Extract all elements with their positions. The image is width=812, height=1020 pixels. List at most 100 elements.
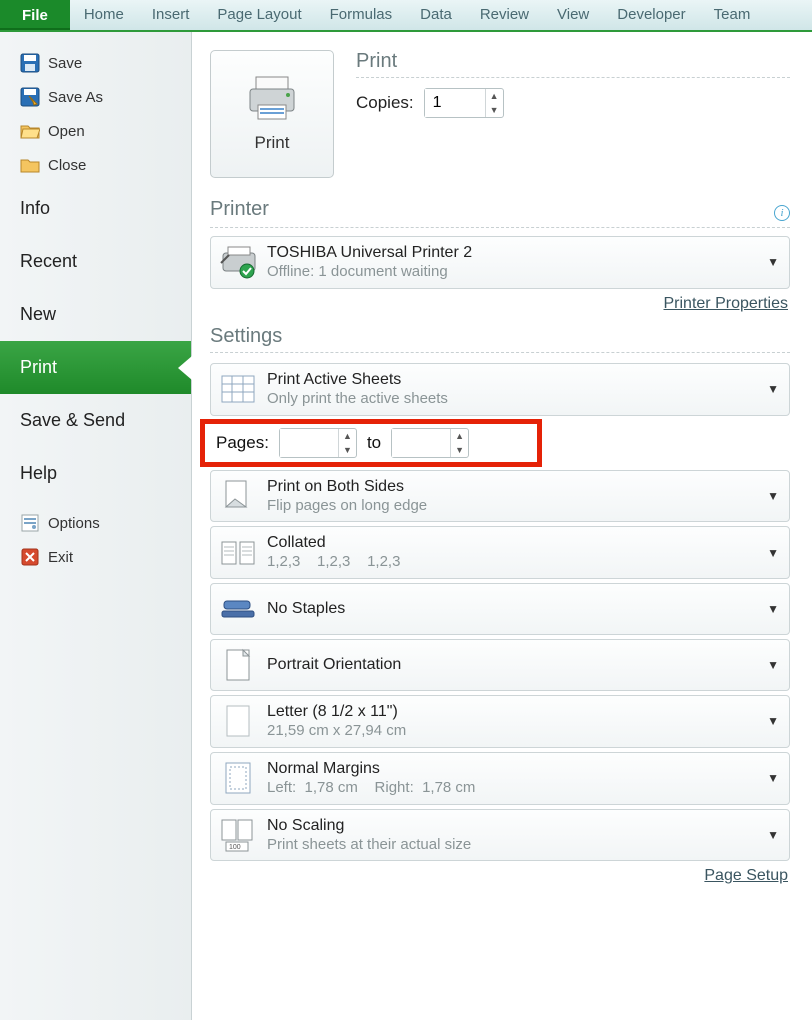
sidebar-close[interactable]: Close — [0, 148, 191, 182]
tab-file[interactable]: File — [0, 0, 70, 30]
spinner-up-icon[interactable]: ▲ — [451, 429, 468, 443]
setting-orientation[interactable]: Portrait Orientation ▼ — [210, 639, 790, 691]
setting-collated[interactable]: Collated 1,2,3 1,2,3 1,2,3 ▼ — [210, 526, 790, 579]
print-heading: Print — [356, 50, 790, 78]
print-backstage: Print Print Copies: ▲ ▼ Printer — [192, 32, 812, 1020]
sidebar-item-label: Save As — [48, 89, 103, 106]
spinner-up-icon[interactable]: ▲ — [486, 89, 503, 103]
printer-selector[interactable]: TOSHIBA Universal Printer 2 Offline: 1 d… — [210, 236, 790, 289]
sidebar-item-label: Exit — [48, 549, 73, 566]
collated-icon — [219, 534, 257, 572]
setting-line2: 21,59 cm x 27,94 cm — [267, 722, 757, 741]
tab-page-layout[interactable]: Page Layout — [203, 0, 315, 30]
chevron-down-icon: ▼ — [767, 602, 779, 616]
scaling-icon: 100 — [219, 816, 257, 854]
setting-scaling[interactable]: 100 No Scaling Print sheets at their act… — [210, 809, 790, 862]
setting-margins[interactable]: Normal Margins Left: 1,78 cm Right: 1,78… — [210, 752, 790, 805]
setting-line2: Print sheets at their actual size — [267, 836, 757, 855]
stapler-icon — [219, 590, 257, 628]
tab-formulas[interactable]: Formulas — [316, 0, 407, 30]
setting-line1: Print on Both Sides — [267, 477, 757, 497]
sidebar-save[interactable]: Save — [0, 46, 191, 80]
chevron-down-icon: ▼ — [767, 771, 779, 785]
chevron-down-icon: ▼ — [767, 714, 779, 728]
setting-line1: No Staples — [267, 599, 757, 619]
tab-insert[interactable]: Insert — [138, 0, 204, 30]
sidebar-options[interactable]: Options — [0, 506, 191, 540]
save-as-icon — [20, 87, 40, 107]
setting-line2: Only print the active sheets — [267, 390, 757, 409]
exit-icon — [20, 547, 40, 567]
info-icon[interactable]: i — [774, 205, 790, 221]
printer-heading: Printer — [210, 198, 774, 221]
chevron-down-icon: ▼ — [767, 489, 779, 503]
margins-icon — [219, 759, 257, 797]
folder-close-icon — [20, 155, 40, 175]
sidebar-save-send[interactable]: Save & Send — [0, 394, 191, 447]
portrait-icon — [219, 646, 257, 684]
spinner-down-icon[interactable]: ▼ — [451, 443, 468, 457]
setting-line1: Normal Margins — [267, 759, 757, 779]
pages-label: Pages: — [216, 433, 269, 453]
setting-line2: Left: 1,78 cm Right: 1,78 cm — [267, 779, 757, 798]
sidebar-new[interactable]: New — [0, 288, 191, 341]
sidebar-item-label: Save — [48, 55, 82, 72]
setting-line1: Print Active Sheets — [267, 370, 757, 390]
backstage-sidebar: Save Save As Open Close Info Recent New … — [0, 32, 192, 1020]
tab-team[interactable]: Team — [700, 0, 765, 30]
setting-staples[interactable]: No Staples ▼ — [210, 583, 790, 635]
pages-to-spinner[interactable]: ▲ ▼ — [391, 428, 469, 458]
pages-range-row: Pages: ▲ ▼ to ▲ ▼ — [210, 420, 790, 466]
tab-home[interactable]: Home — [70, 0, 138, 30]
tab-view[interactable]: View — [543, 0, 603, 30]
chevron-down-icon: ▼ — [767, 828, 779, 842]
ribbon-tabs: File Home Insert Page Layout Formulas Da… — [0, 0, 812, 32]
pages-to-label: to — [367, 433, 381, 453]
chevron-down-icon: ▼ — [767, 382, 779, 396]
print-button[interactable]: Print — [210, 50, 334, 178]
sidebar-item-label: Options — [48, 515, 100, 532]
page-setup-link[interactable]: Page Setup — [704, 867, 788, 884]
print-button-label: Print — [255, 133, 290, 153]
tab-review[interactable]: Review — [466, 0, 543, 30]
setting-both-sides[interactable]: Print on Both Sides Flip pages on long e… — [210, 470, 790, 523]
printer-icon — [246, 75, 298, 123]
printer-device-icon — [219, 243, 257, 281]
page-icon — [219, 702, 257, 740]
options-icon — [20, 513, 40, 533]
sidebar-help[interactable]: Help — [0, 447, 191, 500]
setting-line2: 1,2,3 1,2,3 1,2,3 — [267, 553, 757, 572]
spinner-down-icon[interactable]: ▼ — [486, 103, 503, 117]
chevron-down-icon: ▼ — [767, 255, 779, 269]
printer-properties-link[interactable]: Printer Properties — [664, 295, 789, 312]
sidebar-save-as[interactable]: Save As — [0, 80, 191, 114]
sidebar-item-label: Close — [48, 157, 86, 174]
sidebar-open[interactable]: Open — [0, 114, 191, 148]
setting-print-active-sheets[interactable]: Print Active Sheets Only print the activ… — [210, 363, 790, 416]
folder-open-icon — [20, 121, 40, 141]
pages-to-input[interactable] — [392, 429, 450, 457]
duplex-icon — [219, 477, 257, 515]
printer-status: Offline: 1 document waiting — [267, 263, 757, 282]
copies-spinner[interactable]: ▲ ▼ — [424, 88, 504, 118]
pages-from-input[interactable] — [280, 429, 338, 457]
sidebar-info[interactable]: Info — [0, 182, 191, 235]
sheets-icon — [219, 370, 257, 408]
setting-line1: Letter (8 1/2 x 11") — [267, 702, 757, 722]
tab-developer[interactable]: Developer — [603, 0, 699, 30]
sidebar-exit[interactable]: Exit — [0, 540, 191, 574]
setting-line1: No Scaling — [267, 816, 757, 836]
pages-from-spinner[interactable]: ▲ ▼ — [279, 428, 357, 458]
printer-name: TOSHIBA Universal Printer 2 — [267, 243, 757, 263]
setting-paper-size[interactable]: Letter (8 1/2 x 11") 21,59 cm x 27,94 cm… — [210, 695, 790, 748]
chevron-down-icon: ▼ — [767, 546, 779, 560]
sidebar-recent[interactable]: Recent — [0, 235, 191, 288]
tab-data[interactable]: Data — [406, 0, 466, 30]
svg-text:100: 100 — [229, 844, 241, 851]
spinner-down-icon[interactable]: ▼ — [339, 443, 356, 457]
setting-line2: Flip pages on long edge — [267, 497, 757, 516]
copies-input[interactable] — [425, 89, 485, 117]
chevron-down-icon: ▼ — [767, 658, 779, 672]
spinner-up-icon[interactable]: ▲ — [339, 429, 356, 443]
sidebar-print[interactable]: Print — [0, 341, 191, 394]
